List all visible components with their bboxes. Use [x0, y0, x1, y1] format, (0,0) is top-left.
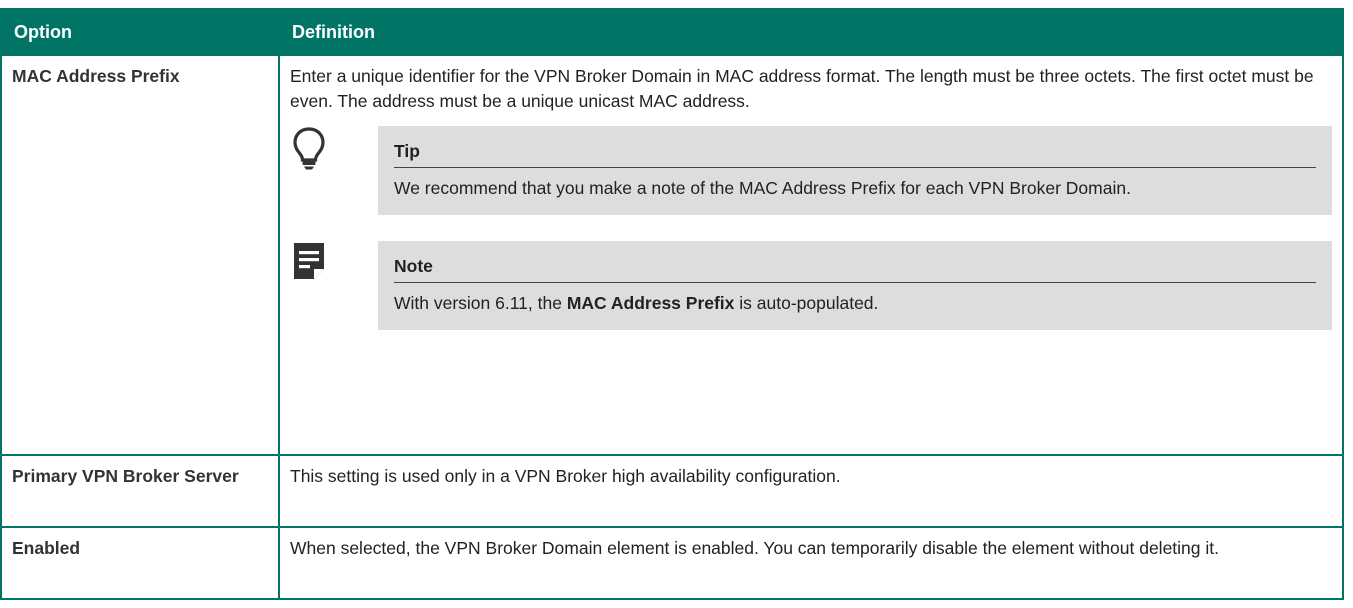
definition-text: Enter a unique identifier for the VPN Br… — [290, 66, 1314, 111]
note-admonition: Note With version 6.11, the MAC Address … — [290, 241, 1332, 330]
option-name: MAC Address Prefix — [0, 54, 280, 456]
header-option: Option — [0, 8, 280, 56]
option-name: Primary VPN Broker Server — [0, 454, 280, 528]
table-header-row: Option Definition — [0, 8, 1344, 56]
option-definition: This setting is used only in a VPN Broke… — [278, 454, 1344, 528]
tip-text: We recommend that you make a note of the… — [394, 178, 1131, 198]
lightbulb-icon — [290, 126, 378, 215]
option-definition: When selected, the VPN Broker Domain ele… — [278, 526, 1344, 600]
tip-box: Tip We recommend that you make a note of… — [378, 126, 1332, 215]
tip-title: Tip — [394, 139, 1316, 168]
note-bold-term: MAC Address Prefix — [566, 293, 735, 313]
table-row: MAC Address Prefix Enter a unique identi… — [0, 54, 1344, 456]
option-definition: Enter a unique identifier for the VPN Br… — [278, 54, 1344, 456]
table-row: Primary VPN Broker Server This setting i… — [0, 454, 1344, 528]
option-name: Enabled — [0, 526, 280, 600]
options-table: Option Definition MAC Address Prefix Ent… — [0, 8, 1344, 600]
header-definition: Definition — [278, 8, 1344, 56]
table-row: Enabled When selected, the VPN Broker Do… — [0, 526, 1344, 600]
note-icon — [290, 241, 378, 330]
note-box: Note With version 6.11, the MAC Address … — [378, 241, 1332, 330]
tip-admonition: Tip We recommend that you make a note of… — [290, 126, 1332, 215]
note-title: Note — [394, 254, 1316, 283]
note-text: With version 6.11, the MAC Address Prefi… — [394, 293, 879, 313]
